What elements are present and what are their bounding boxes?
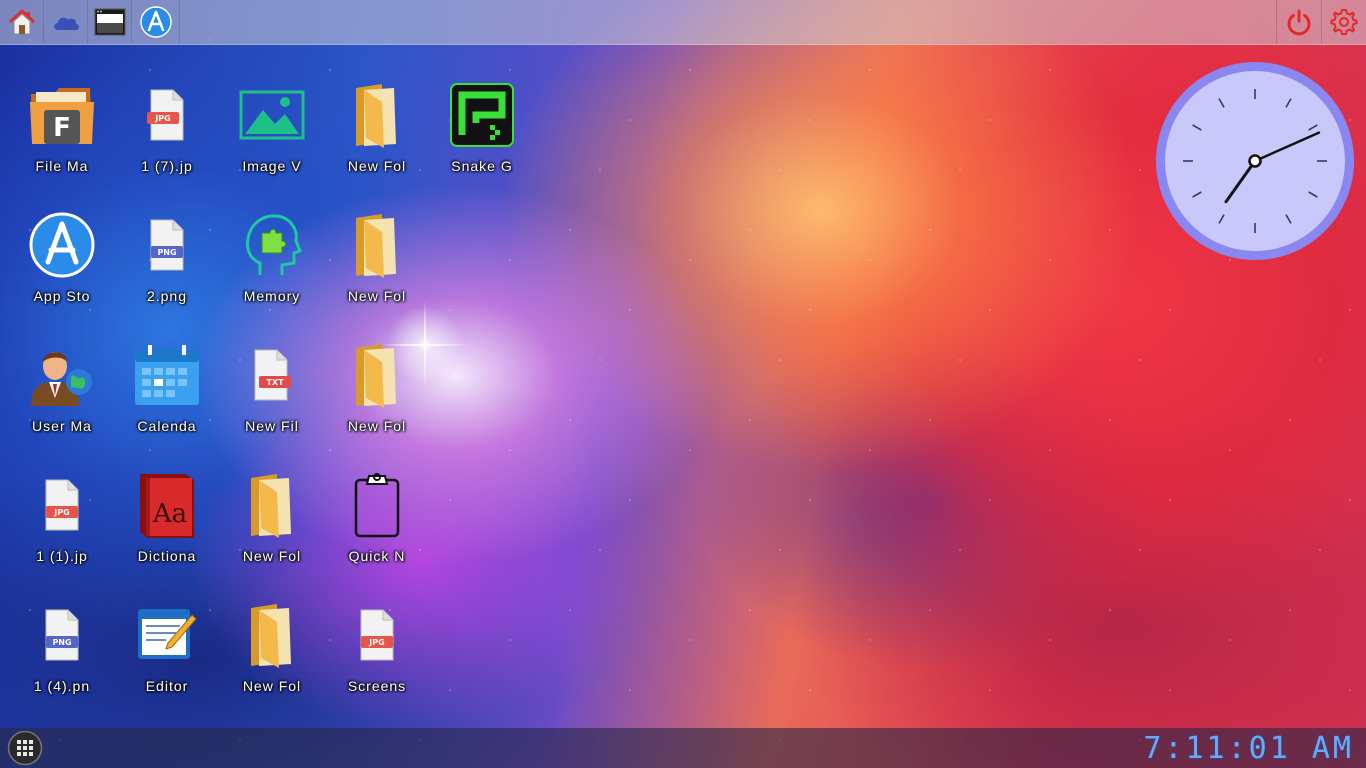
- desktop-icon-label: Editor: [145, 678, 189, 694]
- desktop-icon-app-store[interactable]: App Sto: [12, 202, 112, 318]
- desktop-icon-label: Snake G: [451, 158, 513, 174]
- desktop-icon-label: Quick N: [348, 548, 406, 564]
- desktop-icon-label: New Fol: [242, 678, 302, 694]
- svg-text:JPG: JPG: [154, 114, 170, 123]
- calendar-icon: [135, 345, 199, 405]
- svg-text:JPG: JPG: [368, 638, 384, 647]
- folder-icon: [251, 604, 291, 668]
- desktop-icon-jpg-file[interactable]: JPG 1 (1).jp: [12, 462, 112, 578]
- txt-file-icon: TXT: [254, 349, 291, 401]
- png-file-icon: PNG: [150, 219, 184, 271]
- cloud-button[interactable]: [44, 0, 88, 44]
- screenshot-button[interactable]: [88, 0, 132, 44]
- user-manager-icon: [31, 352, 92, 406]
- svg-text:JPG: JPG: [53, 508, 69, 517]
- dictionary-icon: Aa: [140, 474, 194, 538]
- desktop-icon-folder[interactable]: New Fol: [327, 332, 427, 448]
- app-grid-icon: [7, 730, 43, 766]
- file-manager-icon: F: [30, 88, 94, 144]
- clipboard-icon: [354, 473, 400, 538]
- jpg-file-icon: JPG: [147, 89, 184, 141]
- svg-text:Aa: Aa: [152, 499, 187, 529]
- folder-icon: [251, 474, 291, 538]
- analog-clock-face: [1156, 62, 1354, 260]
- desktop-icon-dictionary[interactable]: Aa Dictiona: [117, 462, 217, 578]
- desktop-icon-folder[interactable]: New Fol: [327, 72, 427, 188]
- desktop-icon-file-manager[interactable]: F File Ma: [12, 72, 112, 188]
- memory-game-icon: [246, 214, 302, 275]
- desktop-icon-snake-game[interactable]: Snake G: [432, 72, 532, 188]
- desktop-icon-memory[interactable]: Memory: [222, 202, 322, 318]
- desktop-icon-label: New Fil: [245, 418, 299, 434]
- settings-gear-icon: [1330, 9, 1358, 35]
- taskbar-digital-clock: 7:11:01 AM: [1143, 731, 1354, 766]
- home-button[interactable]: [0, 0, 44, 44]
- svg-text:TXT: TXT: [266, 378, 284, 387]
- analog-clock-widget[interactable]: [1154, 60, 1356, 262]
- svg-text:PNG: PNG: [52, 638, 71, 647]
- folder-icon: [356, 214, 396, 278]
- desktop-icon-label: Calenda: [137, 418, 197, 434]
- desktop-icon-user-manager[interactable]: User Ma: [12, 332, 112, 448]
- top-taskbar: [0, 0, 1366, 45]
- desktop-icon-quick-notes[interactable]: Quick N: [327, 462, 427, 578]
- desktop-icon-folder[interactable]: New Fol: [327, 202, 427, 318]
- screenshot-window-icon: [94, 8, 125, 36]
- desktop-icon-png-file[interactable]: PNG 1 (4).pn: [12, 592, 112, 708]
- cloud-icon: [53, 17, 79, 30]
- start-menu-button[interactable]: [6, 730, 44, 766]
- desktop-icon-screenshot-file[interactable]: JPG Screens: [327, 592, 427, 708]
- desktop-icon-label: New Fol: [242, 548, 302, 564]
- desktop-icon-label: Memory: [243, 288, 301, 304]
- desktop-icon-folder[interactable]: New Fol: [222, 592, 322, 708]
- desktop-icon-label: New Fol: [347, 418, 407, 434]
- desktop-icon-label: 1 (4).pn: [33, 678, 91, 694]
- folder-icon: [356, 344, 396, 408]
- desktop-icon-label: 2.png: [146, 288, 188, 304]
- home-icon: [8, 9, 35, 35]
- folder-icon: [356, 84, 396, 148]
- desktop-icon-folder[interactable]: New Fol: [222, 462, 322, 578]
- desktop-icon-label: App Sto: [33, 288, 91, 304]
- editor-icon: [138, 609, 197, 659]
- app-store-icon: [29, 212, 95, 278]
- desktop-icon-label: Dictiona: [137, 548, 197, 564]
- desktop-icon-jpg-file[interactable]: JPG 1 (7).jp: [117, 72, 217, 188]
- svg-text:PNG: PNG: [157, 248, 176, 257]
- png-file-icon: PNG: [45, 609, 79, 661]
- desktop-icon-label: 1 (7).jp: [141, 158, 193, 174]
- desktop-icon-label: User Ma: [32, 418, 92, 434]
- desktop-icon-label: 1 (1).jp: [36, 548, 88, 564]
- desktop-icon-txt-file[interactable]: TXT New Fil: [222, 332, 322, 448]
- desktop-icon-label: Image V: [242, 158, 302, 174]
- desktop-icon-label: New Fol: [347, 288, 407, 304]
- desktop-icon-editor[interactable]: Editor: [117, 592, 217, 708]
- svg-text:F: F: [53, 113, 71, 143]
- jpg-file-icon: JPG: [45, 479, 79, 531]
- jpg-file-icon: JPG: [360, 609, 394, 661]
- power-button[interactable]: [1276, 0, 1321, 44]
- app-store-icon: [139, 6, 172, 38]
- power-icon: [1287, 9, 1311, 36]
- desktop-icon-image-viewer[interactable]: Image V: [222, 72, 322, 188]
- desktop-icon-label: Screens: [347, 678, 407, 694]
- desktop-icon-label: New Fol: [347, 158, 407, 174]
- app-store-button[interactable]: [132, 0, 180, 44]
- desktop-icon-calendar[interactable]: Calenda: [117, 332, 217, 448]
- settings-button[interactable]: [1321, 0, 1366, 44]
- snake-game-icon: [450, 83, 514, 147]
- image-viewer-icon: [239, 90, 305, 140]
- desktop-icon-label: File Ma: [35, 158, 89, 174]
- desktop-icon-png-file[interactable]: PNG 2.png: [117, 202, 217, 318]
